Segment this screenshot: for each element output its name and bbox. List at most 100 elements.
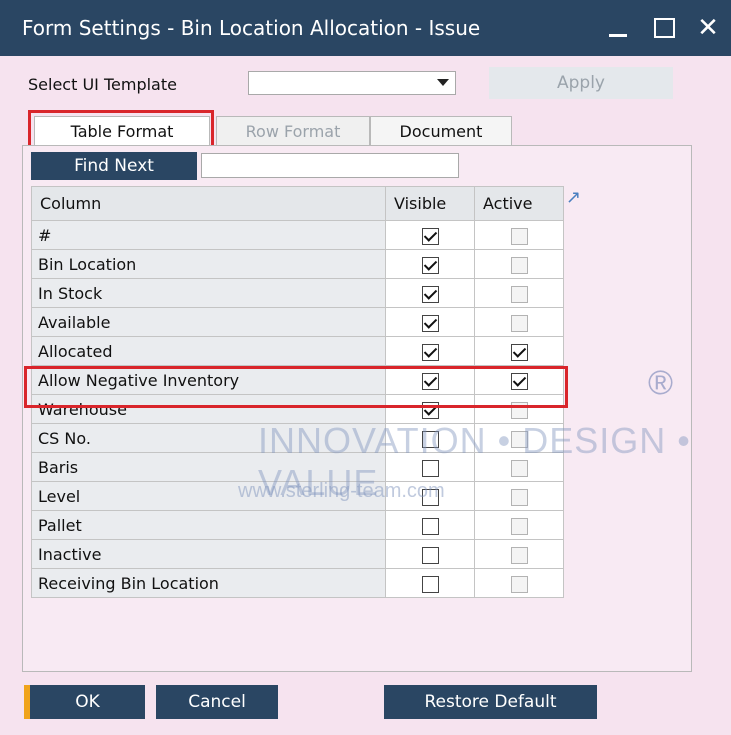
visible-checkbox[interactable] xyxy=(421,314,439,332)
active-checkbox xyxy=(510,575,528,593)
table-row[interactable]: In Stock xyxy=(31,278,564,308)
ok-button[interactable]: OK xyxy=(30,685,145,719)
visible-checkbox[interactable] xyxy=(421,517,439,535)
table-row[interactable]: Receiving Bin Location xyxy=(31,568,564,598)
grid-header-row: Column Visible Active xyxy=(31,186,564,221)
tab-document[interactable]: Document xyxy=(370,116,512,146)
active-checkbox-cell xyxy=(474,220,564,250)
table-row[interactable]: Allocated xyxy=(31,336,564,366)
visible-checkbox-cell xyxy=(385,423,475,453)
expand-icon[interactable]: ↗ xyxy=(566,188,586,208)
visible-checkbox-cell xyxy=(385,307,475,337)
active-checkbox-cell xyxy=(474,336,564,366)
active-header[interactable]: Active xyxy=(474,186,564,221)
visible-checkbox[interactable] xyxy=(421,256,439,274)
visible-checkbox[interactable] xyxy=(421,459,439,477)
active-checkbox xyxy=(510,430,528,448)
visible-checkbox[interactable] xyxy=(421,372,439,390)
visible-checkbox-cell xyxy=(385,336,475,366)
tab-table-format[interactable]: Table Format xyxy=(34,116,210,146)
active-checkbox xyxy=(510,546,528,564)
visible-checkbox-cell xyxy=(385,220,475,250)
visible-checkbox-cell xyxy=(385,249,475,279)
maximize-button[interactable] xyxy=(646,10,682,46)
find-next-button[interactable]: Find Next xyxy=(31,152,197,180)
cancel-button[interactable]: Cancel xyxy=(156,685,278,719)
apply-button[interactable]: Apply xyxy=(489,67,673,99)
table-row[interactable]: Allow Negative Inventory xyxy=(31,365,564,395)
visible-checkbox-cell xyxy=(385,481,475,511)
visible-checkbox-cell xyxy=(385,394,475,424)
close-icon: ✕ xyxy=(697,13,719,43)
visible-checkbox[interactable] xyxy=(421,488,439,506)
minimize-icon xyxy=(609,34,627,37)
row-column-name: Receiving Bin Location xyxy=(31,568,386,598)
active-checkbox-cell xyxy=(474,539,564,569)
active-checkbox-cell xyxy=(474,510,564,540)
active-checkbox[interactable] xyxy=(510,343,528,361)
table-row[interactable]: Bin Location xyxy=(31,249,564,279)
active-checkbox xyxy=(510,517,528,535)
active-checkbox-cell xyxy=(474,278,564,308)
title-bar: Form Settings - Bin Location Allocation … xyxy=(0,0,731,56)
find-input[interactable] xyxy=(201,153,459,178)
active-checkbox-cell xyxy=(474,365,564,395)
tab-row-format[interactable]: Row Format xyxy=(216,116,370,146)
row-column-name: In Stock xyxy=(31,278,386,308)
table-row[interactable]: Available xyxy=(31,307,564,337)
column-header[interactable]: Column xyxy=(31,186,386,221)
row-column-name: Allocated xyxy=(31,336,386,366)
visible-checkbox-cell xyxy=(385,452,475,482)
minimize-button[interactable] xyxy=(600,10,636,46)
active-checkbox-cell xyxy=(474,452,564,482)
chevron-down-icon[interactable] xyxy=(437,79,449,86)
active-checkbox xyxy=(510,459,528,477)
row-column-name: Inactive xyxy=(31,539,386,569)
visible-checkbox-cell xyxy=(385,510,475,540)
visible-checkbox[interactable] xyxy=(421,430,439,448)
close-button[interactable]: ✕ xyxy=(690,10,726,46)
table-row[interactable]: Level xyxy=(31,481,564,511)
template-select[interactable] xyxy=(248,71,456,95)
active-checkbox-cell xyxy=(474,481,564,511)
window-title: Form Settings - Bin Location Allocation … xyxy=(22,16,481,40)
row-column-name: # xyxy=(31,220,386,250)
visible-checkbox[interactable] xyxy=(421,227,439,245)
table-row[interactable]: # xyxy=(31,220,564,250)
table-row[interactable]: Warehouse xyxy=(31,394,564,424)
active-checkbox xyxy=(510,314,528,332)
visible-checkbox[interactable] xyxy=(421,546,439,564)
visible-checkbox[interactable] xyxy=(421,343,439,361)
visible-header[interactable]: Visible xyxy=(385,186,475,221)
row-column-name: CS No. xyxy=(31,423,386,453)
active-checkbox-cell xyxy=(474,423,564,453)
maximize-icon xyxy=(654,18,675,38)
visible-checkbox-cell xyxy=(385,278,475,308)
row-column-name: Bin Location xyxy=(31,249,386,279)
visible-checkbox[interactable] xyxy=(421,401,439,419)
visible-checkbox-cell xyxy=(385,568,475,598)
active-checkbox-cell xyxy=(474,249,564,279)
table-row[interactable]: Baris xyxy=(31,452,564,482)
table-row[interactable]: Inactive xyxy=(31,539,564,569)
active-checkbox xyxy=(510,256,528,274)
table-row[interactable]: Pallet xyxy=(31,510,564,540)
active-checkbox xyxy=(510,285,528,303)
visible-checkbox[interactable] xyxy=(421,285,439,303)
row-column-name: Warehouse xyxy=(31,394,386,424)
row-column-name: Level xyxy=(31,481,386,511)
visible-checkbox[interactable] xyxy=(421,575,439,593)
columns-grid: Column Visible Active # Bin Location In St… xyxy=(31,186,564,598)
row-column-name: Available xyxy=(31,307,386,337)
active-checkbox xyxy=(510,227,528,245)
row-column-name: Allow Negative Inventory xyxy=(31,365,386,395)
table-row[interactable]: CS No. xyxy=(31,423,564,453)
active-checkbox-cell xyxy=(474,568,564,598)
active-checkbox-cell xyxy=(474,394,564,424)
active-checkbox xyxy=(510,401,528,419)
visible-checkbox-cell xyxy=(385,539,475,569)
active-checkbox-cell xyxy=(474,307,564,337)
active-checkbox xyxy=(510,488,528,506)
active-checkbox[interactable] xyxy=(510,372,528,390)
restore-default-button[interactable]: Restore Default xyxy=(384,685,597,719)
